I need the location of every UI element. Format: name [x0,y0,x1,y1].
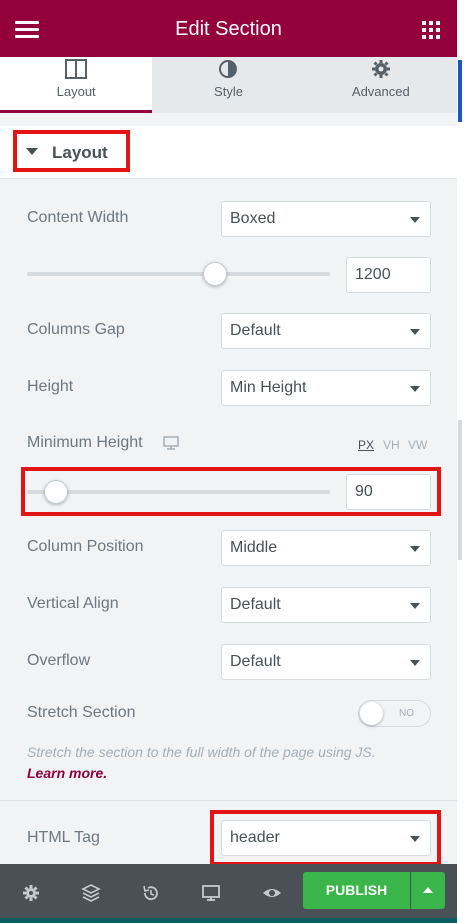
min-height-label: Minimum Height [27,434,143,451]
overflow-value: Default [230,653,281,670]
min-height-slider-handle[interactable] [43,480,68,504]
html-tag-select[interactable]: header [221,820,431,856]
section-title: Layout [52,143,108,162]
width-slider-handle[interactable] [202,262,227,286]
history-icon[interactable] [140,882,162,904]
tab-style-label: Style [214,84,243,99]
column-position-select[interactable]: Middle [221,530,431,566]
desktop-icon[interactable] [163,436,179,450]
layout-section-header[interactable]: Layout [0,126,457,179]
html-tag-value: header [230,829,280,846]
panel-header: Edit Section [0,0,457,57]
preview-scroll-accent [458,60,462,122]
height-value: Min Height [230,379,307,396]
tab-advanced-label: Advanced [351,84,410,99]
stretch-section-label: Stretch Section [27,704,136,721]
publish-button[interactable]: PUBLISH [303,872,410,909]
tab-layout[interactable]: Layout [0,57,153,113]
toggle-knob [360,702,383,725]
gear-icon [371,60,390,78]
publish-options-button[interactable] [411,872,445,909]
chevron-down-icon [410,546,420,552]
content-width-label: Content Width [27,209,129,226]
min-height-input-value: 90 [355,483,373,500]
preview-edge [457,0,464,923]
vertical-align-value: Default [230,596,281,613]
layout-icon [65,59,88,79]
chevron-down-icon [410,329,420,335]
overflow-select[interactable]: Default [221,644,431,680]
settings-icon[interactable] [20,882,42,904]
vertical-align-label: Vertical Align [27,595,119,612]
toggle-state: NO [399,708,414,719]
bottom-edge [0,918,457,923]
columns-gap-select[interactable]: Default [221,313,431,349]
width-input[interactable]: 1200 [346,257,431,293]
stretch-description-text: Stretch the section to the full width of… [27,744,376,760]
chevron-down-icon [410,836,420,842]
panel-title: Edit Section [175,18,282,40]
unit-vw[interactable]: VW [408,438,427,452]
vertical-align-select[interactable]: Default [221,587,431,623]
height-label: Height [27,378,74,395]
column-position-label: Column Position [27,538,144,555]
min-height-slider[interactable] [27,490,330,494]
editor-panel: Edit Section Layout Style Advanced Layou… [0,0,457,923]
contrast-icon [219,60,238,78]
widgets-grid-icon[interactable] [422,21,440,39]
responsive-desktop-icon[interactable] [200,882,222,904]
width-slider[interactable] [27,272,330,276]
tab-advanced[interactable]: Advanced [304,57,457,113]
height-select[interactable]: Min Height [221,370,431,406]
stretch-description: Stretch the section to the full width of… [27,742,427,784]
content-width-value: Boxed [230,210,276,227]
learn-more-link[interactable]: Learn more. [27,765,107,781]
navigator-layers-icon[interactable] [80,882,102,904]
unit-vh[interactable]: VH [383,438,400,452]
width-input-value: 1200 [355,266,391,283]
columns-gap-value: Default [230,322,281,339]
columns-gap-label: Columns Gap [27,321,125,338]
caret-down-icon [26,148,38,155]
content-width-select[interactable]: Boxed [221,201,431,237]
preview-eye-icon[interactable] [261,882,283,904]
unit-px[interactable]: PX [358,438,374,452]
column-position-value: Middle [230,539,278,556]
caret-up-icon [423,887,433,893]
overflow-label: Overflow [27,652,91,669]
preview-scrollbar[interactable] [458,420,462,560]
chevron-down-icon [410,217,420,223]
html-tag-label: HTML Tag [27,829,100,846]
chevron-down-icon [410,660,420,666]
panel-tabs: Layout Style Advanced [0,57,457,113]
min-height-input[interactable]: 90 [346,474,431,510]
chevron-down-icon [410,603,420,609]
tab-style[interactable]: Style [152,57,305,113]
tab-layout-label: Layout [56,84,96,99]
chevron-down-icon [410,386,420,392]
stretch-section-toggle[interactable]: NO [358,700,431,727]
